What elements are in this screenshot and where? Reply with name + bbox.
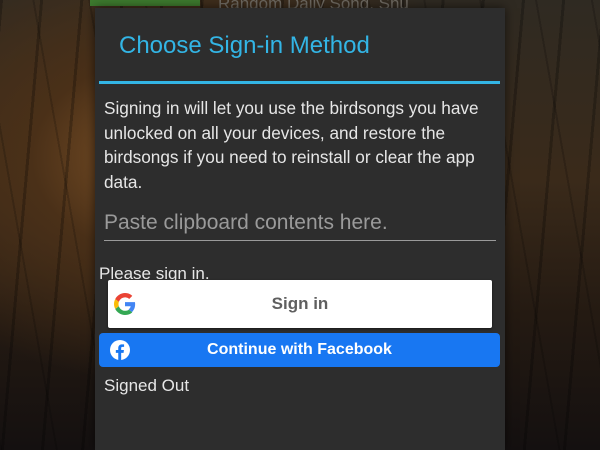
- auth-status-text: Signed Out: [104, 376, 190, 395]
- background-app-banner: [90, 0, 200, 6]
- dialog-description: Signing in will let you use the birdsong…: [104, 98, 479, 192]
- facebook-sign-in-button[interactable]: Continue with Facebook: [99, 333, 500, 367]
- paste-clipboard-input[interactable]: [104, 206, 496, 241]
- google-sign-in-button[interactable]: Sign in: [108, 280, 492, 328]
- title-divider: [99, 81, 500, 84]
- google-sign-in-label: Sign in: [271, 294, 329, 313]
- facebook-sign-in-label: Continue with Facebook: [207, 341, 392, 358]
- sign-in-dialog: Choose Sign-in Method Signing in will le…: [95, 8, 505, 450]
- dialog-title: Choose Sign-in Method: [119, 32, 370, 59]
